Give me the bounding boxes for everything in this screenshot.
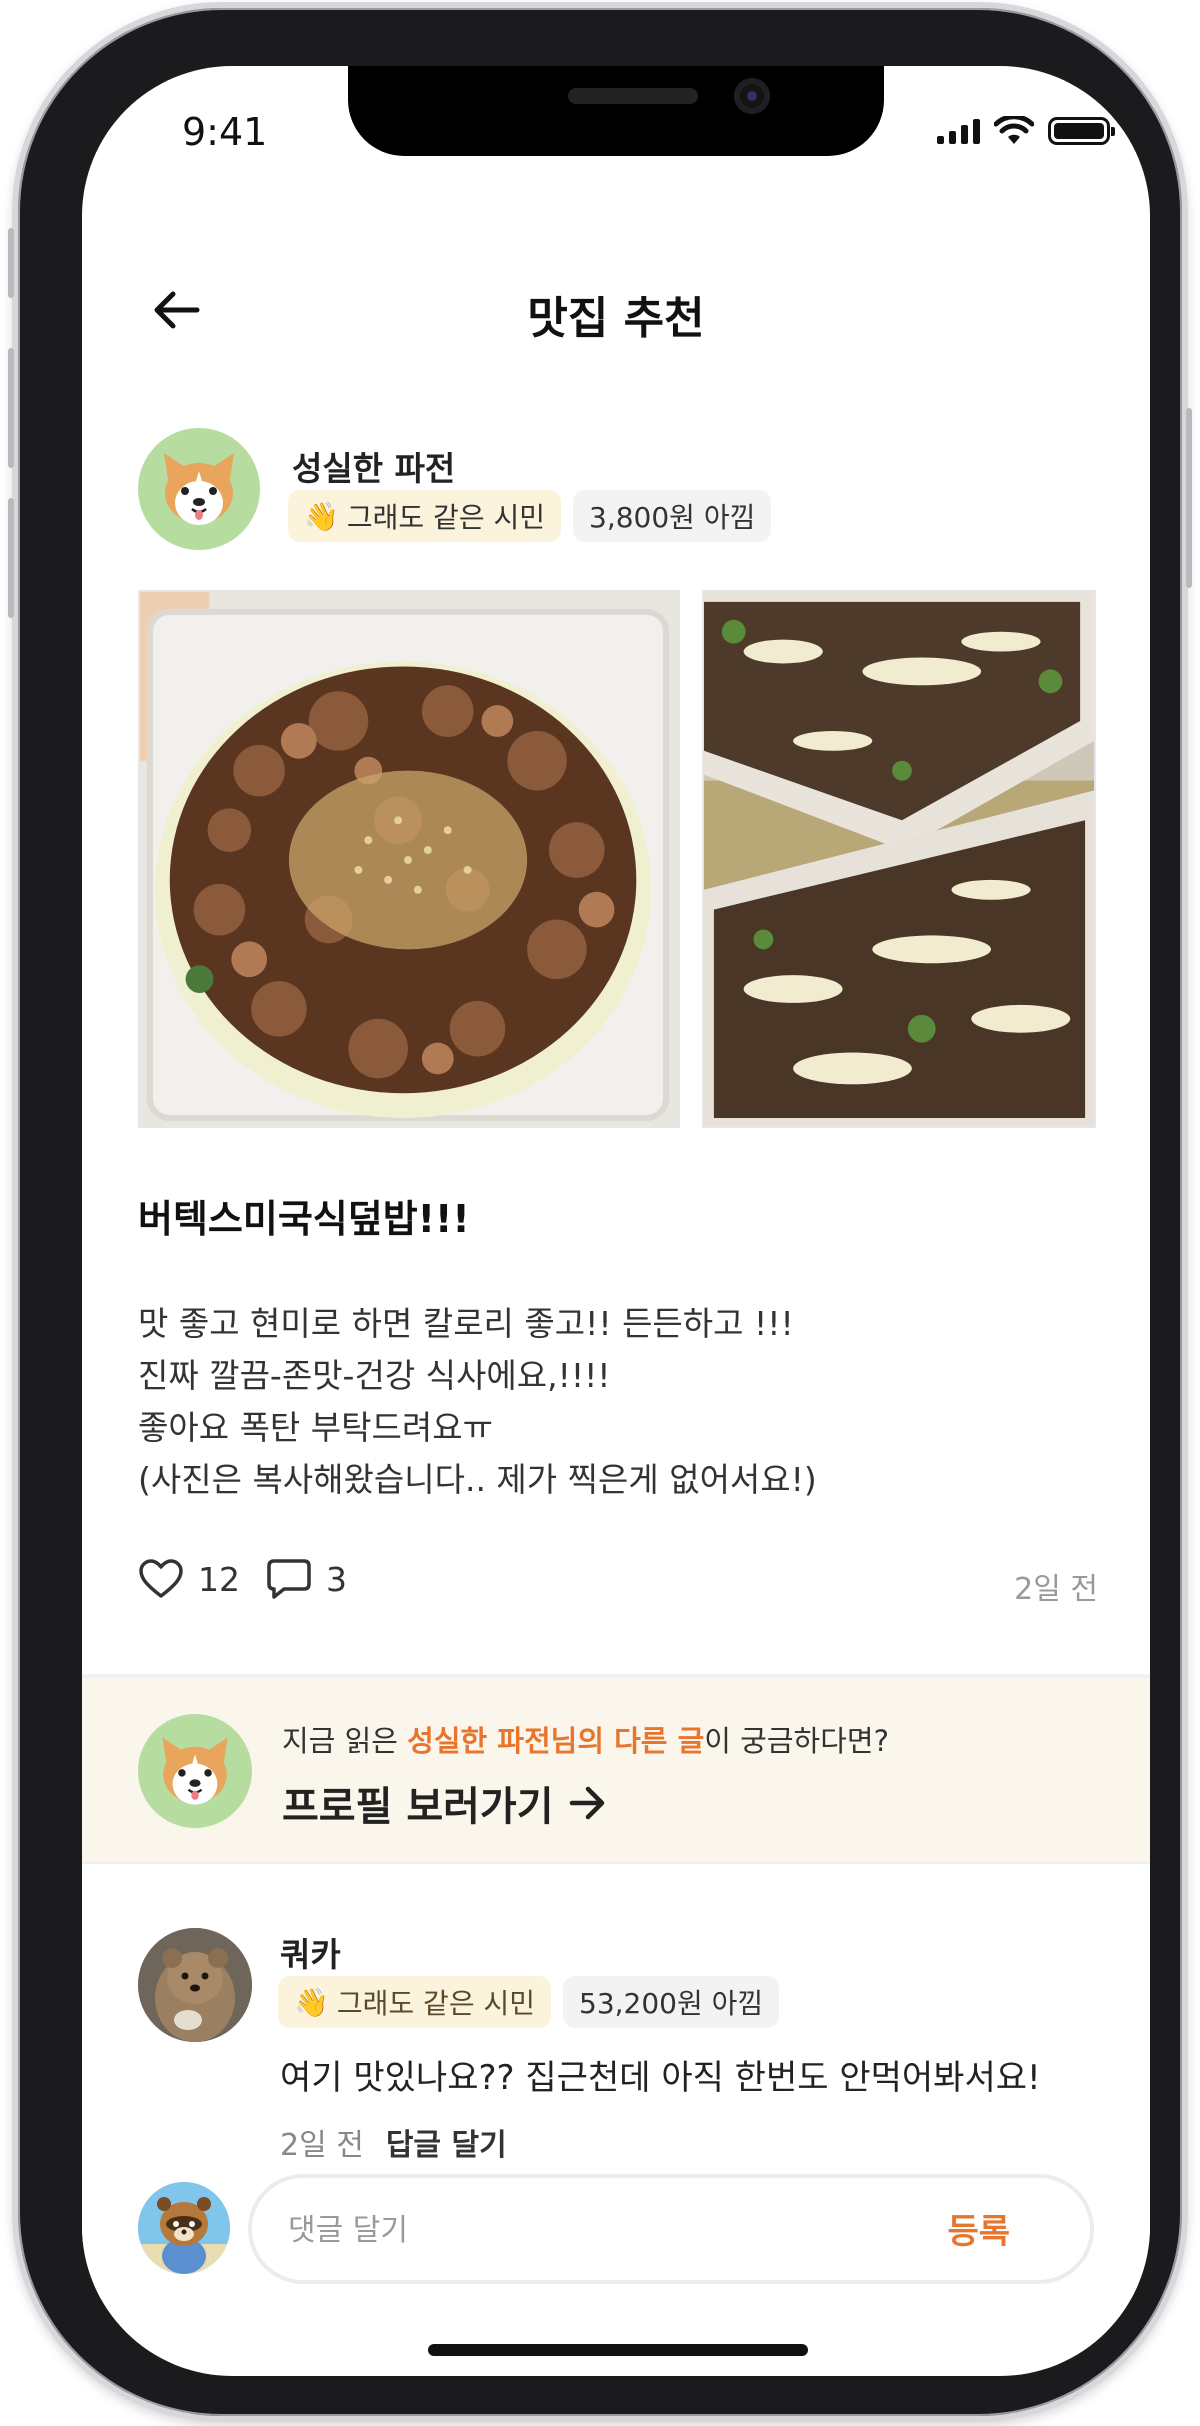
comment-composer: 등록	[82, 2160, 1150, 2300]
comment-time: 2일 전	[280, 2128, 364, 2163]
post-body-line: 좋아요 폭탄 부탁드려요ㅠ	[138, 1408, 493, 1447]
corgi-avatar-icon	[162, 1737, 228, 1805]
power-button	[1186, 408, 1192, 588]
author-name[interactable]: 성실한 파전	[292, 442, 455, 490]
battery-icon	[1048, 117, 1115, 145]
status-time: 9:41	[182, 110, 268, 154]
comment-text: 여기 맛있나요?? 집근천데 아직 한번도 안먹어봐서요!	[280, 2058, 1041, 2098]
savings-badge: 53,200원 아낌	[563, 1976, 780, 2028]
waving-hand-icon: 👋	[294, 1985, 329, 2019]
app-header: 맛집 추천	[82, 266, 1150, 356]
view-profile-link[interactable]: 프로필 보러가기	[282, 1774, 608, 1832]
post-author[interactable]: 성실한 파전 👋 그래도 같은 시민 3,800원 아낌	[138, 428, 772, 550]
my-avatar	[138, 2182, 230, 2274]
phone-frame: 9:41 맛집 추천 성실한 파전 👋 그래도 같은 시민 3,800원 아낌 …	[8, 2, 1192, 2422]
comment-count: 3	[326, 1559, 347, 1599]
post-photos	[138, 590, 1096, 1128]
cellular-signal-icon	[937, 118, 980, 144]
comment-input[interactable]	[288, 2202, 848, 2258]
post-photo-2[interactable]	[702, 590, 1096, 1128]
like-button[interactable]: 12	[138, 1558, 240, 1600]
arrow-right-icon	[569, 1786, 604, 1820]
post-body-line: 진짜 깔끔-존맛-건강 식사에요,!!!!	[138, 1356, 611, 1395]
speaker-grille	[568, 88, 698, 104]
banner-message: 지금 읽은 성실한 파전님의 다른 글이 궁금하다면?	[282, 1718, 889, 1760]
post-body-line: (사진은 복사해왔습니다.. 제가 찍은게 없어서요!)	[138, 1460, 817, 1499]
home-indicator	[428, 2344, 808, 2356]
post-body: 맛 좋고 현미로 하면 칼로리 좋고!! 든든하고 !!! 진짜 깔끔-존맛-건…	[138, 1298, 1098, 1506]
commenter-name[interactable]: 쿼카	[280, 1928, 341, 1976]
comment-item: 쿼카 👋 그래도 같은 시민 53,200원 아낌 여기 맛있나요?? 집근천데…	[138, 1928, 1118, 2163]
citizen-badge-label: 그래도 같은 시민	[336, 1987, 535, 2020]
wifi-icon	[994, 116, 1034, 144]
status-icons	[937, 116, 1115, 146]
submit-comment-button[interactable]: 등록	[947, 2204, 1010, 2253]
corgi-avatar-icon	[164, 453, 234, 525]
comment-meta: 2일 전 답글 달기	[280, 2120, 507, 2164]
author-badges: 👋 그래도 같은 시민 3,800원 아낌	[288, 490, 772, 542]
reply-button[interactable]: 답글 달기	[386, 2120, 507, 2164]
banner-highlight: 성실한 파전님의 다른 글	[407, 1724, 705, 1758]
banner-suffix: 이 궁금하다면?	[704, 1724, 889, 1758]
view-profile-label: 프로필 보러가기	[282, 1784, 554, 1830]
banner-prefix: 지금 읽은	[282, 1724, 408, 1758]
volume-down-button	[8, 498, 14, 618]
commenter-avatar[interactable]	[138, 1928, 252, 2042]
heart-icon	[139, 1559, 183, 1598]
citizen-badge: 👋 그래도 같은 시민	[288, 490, 561, 542]
front-camera	[734, 78, 770, 114]
post-stats: 12 3	[138, 1558, 359, 1600]
waving-hand-icon: 👋	[304, 499, 339, 533]
mute-switch	[8, 228, 14, 298]
quokka-photo-avatar	[138, 1928, 252, 2042]
post-photo-1[interactable]	[138, 590, 680, 1128]
speech-bubble-icon	[267, 1559, 311, 1599]
savings-badge: 3,800원 아낌	[573, 490, 772, 542]
like-count: 12	[198, 1559, 240, 1599]
comment-input-box: 등록	[248, 2174, 1094, 2284]
page-title: 맛집 추천	[527, 293, 705, 344]
notch	[348, 66, 884, 156]
screen: 9:41 맛집 추천 성실한 파전 👋 그래도 같은 시민 3,800원 아낌 …	[82, 66, 1150, 2376]
raccoon-avatar-icon	[138, 2182, 230, 2274]
comment-count-button[interactable]: 3	[266, 1558, 347, 1600]
citizen-badge: 👋 그래도 같은 시민	[278, 1976, 551, 2028]
post-body-line: 맛 좋고 현미로 하면 칼로리 좋고!! 든든하고 !!!	[138, 1304, 794, 1343]
volume-up-button	[8, 348, 14, 468]
post-title: 버텍스미국식덮밥!!!	[138, 1197, 470, 1241]
citizen-badge-label: 그래도 같은 시민	[346, 501, 545, 534]
commenter-badges: 👋 그래도 같은 시민 53,200원 아낌	[278, 1976, 780, 2028]
post-time: 2일 전	[1014, 1572, 1098, 1607]
banner-avatar	[138, 1714, 252, 1828]
author-avatar[interactable]	[138, 428, 260, 550]
profile-banner[interactable]: 지금 읽은 성실한 파전님의 다른 글이 궁금하다면? 프로필 보러가기	[82, 1674, 1150, 1864]
